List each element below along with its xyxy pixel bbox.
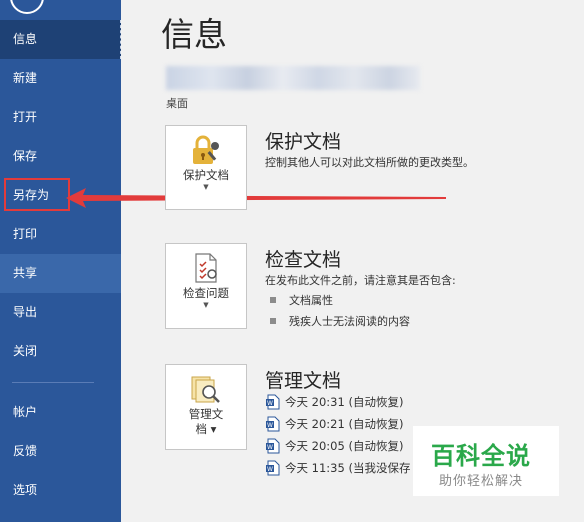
sidebar-item-open[interactable]: 打开 xyxy=(0,98,121,137)
chevron-down-icon: ▼ xyxy=(203,183,209,191)
file-path-blurred xyxy=(166,66,420,90)
manage-label-line2: 档 xyxy=(195,422,208,436)
svg-text:W: W xyxy=(267,422,273,429)
bullet-icon xyxy=(270,318,276,324)
check-for-issues-button-label: 检查问题 xyxy=(183,286,229,300)
sidebar-item-new[interactable]: 新建 xyxy=(0,59,121,98)
chevron-down-icon: ▼ xyxy=(203,301,209,309)
version-label: 今天 20:05 (自动恢复) xyxy=(285,439,404,453)
word-file-icon: W xyxy=(266,438,280,453)
protect-document-title: 保护文档 xyxy=(265,131,342,153)
version-label: 今天 11:35 (当我没保存 xyxy=(285,461,411,475)
word-file-icon: W xyxy=(266,394,280,409)
sidebar-item-account[interactable]: 帐户 xyxy=(0,393,121,432)
list-item: 残疾人士无法阅读的内容 xyxy=(270,313,410,329)
watermark: 百科全说 助你轻松解决 xyxy=(413,426,559,496)
inspect-document-icon xyxy=(195,253,217,283)
sidebar-item-export[interactable]: 导出 xyxy=(0,293,121,332)
sidebar-item-label: 打开 xyxy=(13,110,38,124)
sidebar-item-label: 信息 xyxy=(13,32,38,46)
sidebar-item-info[interactable]: 信息 xyxy=(0,20,121,59)
sidebar-item-label: 关闭 xyxy=(13,344,38,358)
inspect-document-title: 检查文档 xyxy=(265,249,342,271)
svg-text:W: W xyxy=(267,466,273,473)
bullet-icon xyxy=(270,297,276,303)
save-as-highlight-box xyxy=(4,178,70,211)
sidebar-item-label: 共享 xyxy=(13,266,38,280)
manage-document-icon xyxy=(191,376,220,403)
version-item[interactable]: W 今天 20:05 (自动恢复) xyxy=(266,438,403,455)
sidebar-item-save[interactable]: 保存 xyxy=(0,137,121,176)
sidebar-item-label: 帐户 xyxy=(13,405,38,419)
protect-document-button-label: 保护文档 xyxy=(183,168,229,182)
manage-document-title: 管理文档 xyxy=(265,370,342,392)
version-item[interactable]: W 今天 20:31 (自动恢复) xyxy=(266,394,403,411)
version-item[interactable]: W 今天 20:21 (自动恢复) xyxy=(266,416,403,433)
sidebar-item-share[interactable]: 共享 xyxy=(0,254,121,293)
bullet-text: 残疾人士无法阅读的内容 xyxy=(289,315,410,328)
bullet-text: 文档属性 xyxy=(289,294,333,307)
sidebar-divider xyxy=(12,382,94,383)
protect-document-button[interactable]: 保护文档 ▼ xyxy=(165,125,247,210)
page-title: 信息 xyxy=(161,15,227,54)
inspect-document-description: 在发布此文件之前，请注意其是否包含: xyxy=(265,274,456,287)
svg-text:W: W xyxy=(267,400,273,407)
manage-document-button[interactable]: 管理文档 ▾ xyxy=(165,364,247,450)
svg-text:W: W xyxy=(267,444,273,451)
manage-document-button-label: 管理文档 ▾ xyxy=(188,407,224,436)
sidebar-item-print[interactable]: 打印 xyxy=(0,215,121,254)
sidebar-item-label: 保存 xyxy=(13,149,38,163)
list-item: 文档属性 xyxy=(270,292,333,308)
watermark-title: 百科全说 xyxy=(431,442,531,470)
lock-key-icon xyxy=(193,135,219,164)
sidebar-item-feedback[interactable]: 反馈 xyxy=(0,432,121,471)
backstage-sidebar: 信息 新建 打开 保存 另存为 打印 共享 导出 关闭 帐户 反馈 选项 xyxy=(0,0,121,522)
sidebar-item-label: 选项 xyxy=(13,483,38,497)
back-icon[interactable] xyxy=(10,0,44,14)
version-label: 今天 20:21 (自动恢复) xyxy=(285,417,404,431)
check-for-issues-button[interactable]: 检查问题 ▼ xyxy=(165,243,247,329)
version-item[interactable]: W 今天 11:35 (当我没保存 xyxy=(266,460,410,477)
watermark-subtitle: 助你轻松解决 xyxy=(439,474,524,489)
red-arrow-icon xyxy=(66,188,446,208)
word-file-icon: W xyxy=(266,416,280,431)
version-label: 今天 20:31 (自动恢复) xyxy=(285,395,404,409)
sidebar-item-label: 反馈 xyxy=(13,444,38,458)
manage-label-line1: 管理文 xyxy=(188,407,224,421)
protect-document-description: 控制其他人可以对此文档所做的更改类型。 xyxy=(265,156,474,169)
sidebar-item-label: 打印 xyxy=(13,227,38,241)
sidebar-item-label: 导出 xyxy=(13,305,38,319)
sidebar-item-label: 新建 xyxy=(13,71,38,85)
sidebar-item-close[interactable]: 关闭 xyxy=(0,332,121,371)
sidebar-item-options[interactable]: 选项 xyxy=(0,471,121,510)
word-file-icon: W xyxy=(266,460,280,475)
file-location: 桌面 xyxy=(166,97,188,110)
